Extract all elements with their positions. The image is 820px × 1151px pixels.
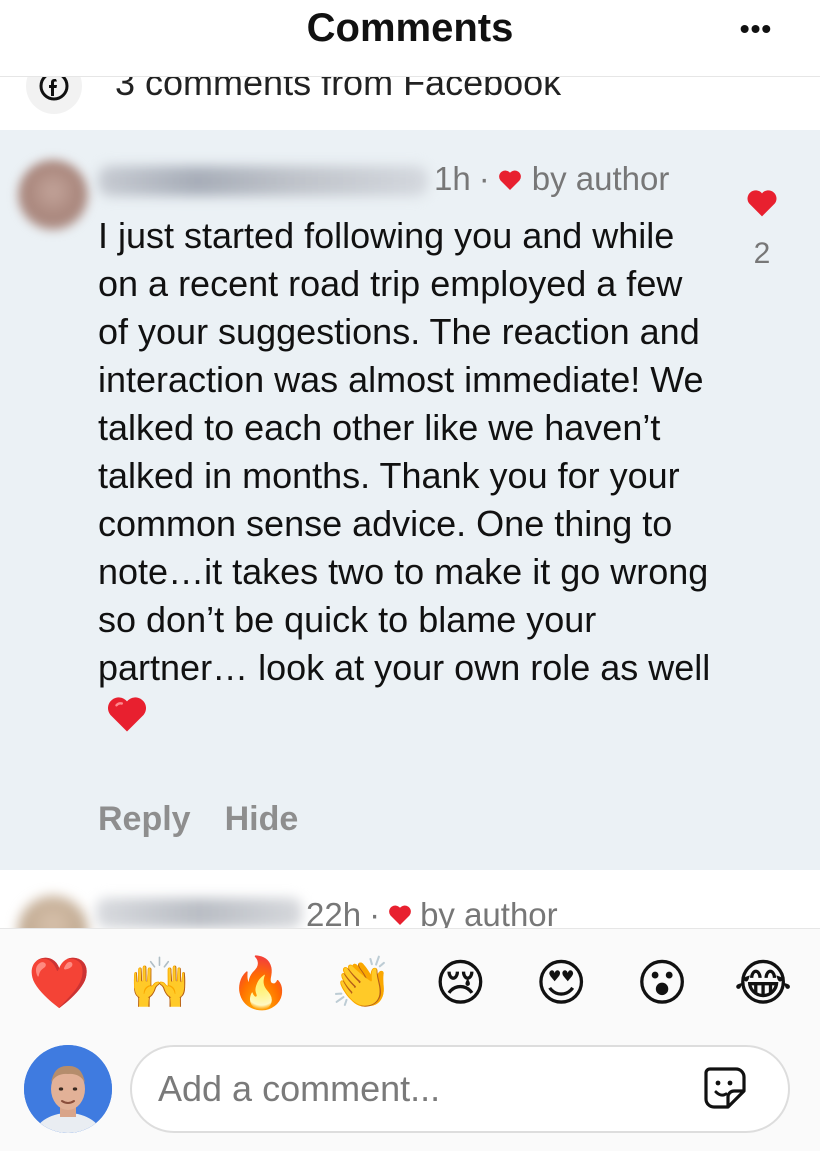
like-count: 2 [753,237,771,270]
next-commenter-avatar[interactable] [18,896,88,928]
comment-text: I just started following you and while o… [98,215,711,688]
comment-item: 1h · by author 2 I just started followin… [0,130,820,870]
like-control: 2 [742,188,782,271]
page-title: Comments [306,6,514,50]
like-heart-icon[interactable] [742,188,782,223]
next-commenter-name-redacted[interactable] [96,898,302,928]
by-author-label: by author [531,160,670,197]
fire-emoji-button[interactable]: 🔥 [230,954,292,1012]
heart-eyes-emoji-button[interactable]: 😍 [532,954,590,1012]
commenter-name-redacted[interactable] [98,166,428,196]
meta-separator: · [478,160,490,197]
composer-area: ❤️ 🙌 🔥 👏 😢 😍 😮 😂 [0,928,820,1151]
comment-actions: Reply Hide [98,800,298,839]
more-options-button[interactable]: ••• [736,14,776,50]
meta-separator: · [369,896,381,928]
reply-button[interactable]: Reply [98,800,191,839]
next-comment-meta: 22h · by author [306,896,558,928]
comment-body: I just started following you and while o… [98,212,718,746]
next-comment-time: 22h [306,896,362,928]
hide-button[interactable]: Hide [225,800,299,839]
commenter-avatar[interactable] [18,160,88,230]
by-author-label: by author [420,896,558,928]
sticker-icon[interactable] [702,1065,748,1111]
my-avatar[interactable] [24,1045,112,1133]
comment-time: 1h [434,160,471,197]
heart-emoji-button[interactable]: ❤️ [28,954,90,1012]
comment-composer [24,1043,794,1135]
author-heart-icon [498,161,522,199]
red-heart-emoji-icon [106,694,148,746]
next-comment-item: 22h · by author [0,870,820,928]
author-heart-icon [388,896,412,928]
crying-emoji-button[interactable]: 😢 [431,954,489,1012]
comment-input[interactable] [156,1059,680,1119]
quick-reactions: ❤️ 🙌 🔥 👏 😢 😍 😮 😂 [28,951,792,1015]
header: Comments ••• [0,0,820,77]
surprised-emoji-button[interactable]: 😮 [633,954,691,1012]
comments-screen: 3 comments from Facebook Comments ••• 1h… [0,0,820,1151]
comment-meta: 1h · by author [434,160,669,198]
comment-input-wrapper [130,1045,790,1133]
laughing-emoji-button[interactable]: 😂 [734,954,792,1012]
raised-hands-emoji-button[interactable]: 🙌 [129,954,191,1012]
clapping-emoji-button[interactable]: 👏 [331,954,393,1012]
